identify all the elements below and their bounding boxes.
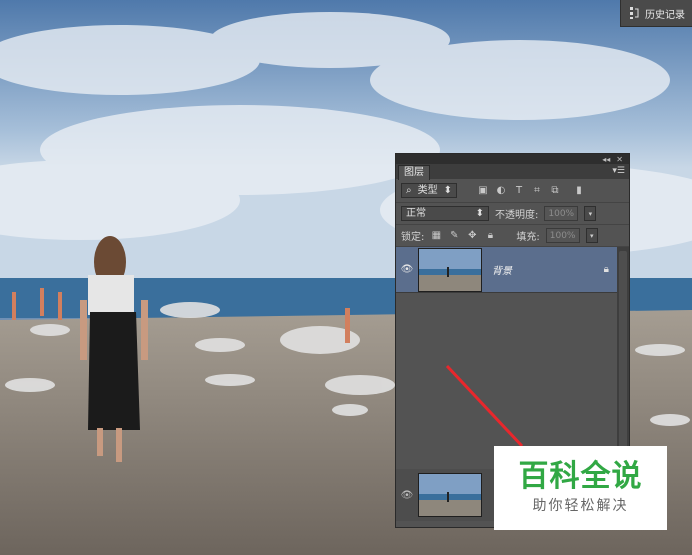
collapse-icon[interactable]: ◂◂: [602, 155, 610, 164]
blend-opacity-row: 正常 ⬍ 不透明度: 100% ▾: [396, 203, 629, 225]
panel-tab-bar: 图层 ▾☰: [396, 164, 629, 180]
blend-mode-dropdown[interactable]: 正常 ⬍: [401, 206, 489, 221]
scrollbar-thumb[interactable]: [619, 251, 627, 466]
image-filter-icon[interactable]: ▣: [477, 185, 489, 197]
fill-label: 填充:: [516, 232, 540, 243]
layer-filter-value: 类型: [417, 185, 438, 196]
layer-filter-dropdown[interactable]: ⌕ 类型 ⬍: [401, 183, 457, 198]
shape-filter-icon[interactable]: ⌗: [531, 185, 543, 197]
visibility-eye-icon[interactable]: 👁︎: [396, 490, 418, 501]
close-icon[interactable]: ✕: [616, 155, 623, 164]
layer-thumbnail: [418, 473, 482, 517]
history-panel-label: 历史记录: [645, 9, 685, 21]
fill-slider-button[interactable]: ▾: [585, 228, 598, 243]
layer-lock-icon: 🔒︎: [603, 264, 609, 275]
watermark-title: 百科全说: [518, 459, 643, 494]
search-icon: ⌕: [406, 185, 412, 196]
opacity-field[interactable]: 100%: [544, 206, 579, 221]
visibility-eye-icon[interactable]: 👁︎: [396, 264, 418, 275]
history-panel-button[interactable]: 历史记录: [620, 0, 692, 27]
opacity-label: 不透明度:: [495, 210, 539, 221]
watermark: 百科全说 助你轻松解决: [494, 446, 667, 530]
layer-thumbnail: [418, 247, 482, 292]
panel-menu-icon[interactable]: ▾☰: [612, 166, 625, 176]
filter-toggle-icon[interactable]: ▮: [573, 185, 585, 197]
chevron-down-icon: ⬍: [443, 185, 452, 196]
watermark-subtitle: 助你轻松解决: [532, 498, 629, 514]
smart-object-filter-icon[interactable]: ⧉: [549, 185, 561, 197]
text-filter-icon[interactable]: T: [513, 185, 525, 197]
lock-fill-row: 锁定: ▦ ✎ ✥ 🔒︎ 填充: 100% ▾: [396, 225, 629, 247]
fill-field[interactable]: 100%: [545, 228, 580, 243]
lock-all-icon[interactable]: 🔒︎: [484, 230, 496, 242]
blend-mode-value: 正常: [406, 208, 426, 219]
lock-image-icon[interactable]: ✎: [448, 230, 460, 242]
tab-layers[interactable]: 图层: [398, 165, 430, 180]
lock-label: 锁定:: [401, 232, 425, 243]
adjustment-filter-icon[interactable]: ◐: [495, 185, 507, 197]
layer-row-background[interactable]: 👁︎ 背景 🔒︎: [396, 247, 617, 293]
chevron-down-icon: ⬍: [475, 208, 484, 219]
layer-filter-row: ⌕ 类型 ⬍ ▣ ◐ T ⌗ ⧉ ▮: [396, 179, 629, 203]
lock-position-icon[interactable]: ✥: [466, 230, 478, 242]
opacity-slider-button[interactable]: ▾: [584, 206, 597, 221]
panel-topbar: ◂◂ ✕: [396, 154, 629, 164]
lock-transparent-icon[interactable]: ▦: [430, 230, 442, 242]
history-icon: [629, 6, 639, 20]
layer-name[interactable]: 背景: [492, 262, 604, 277]
